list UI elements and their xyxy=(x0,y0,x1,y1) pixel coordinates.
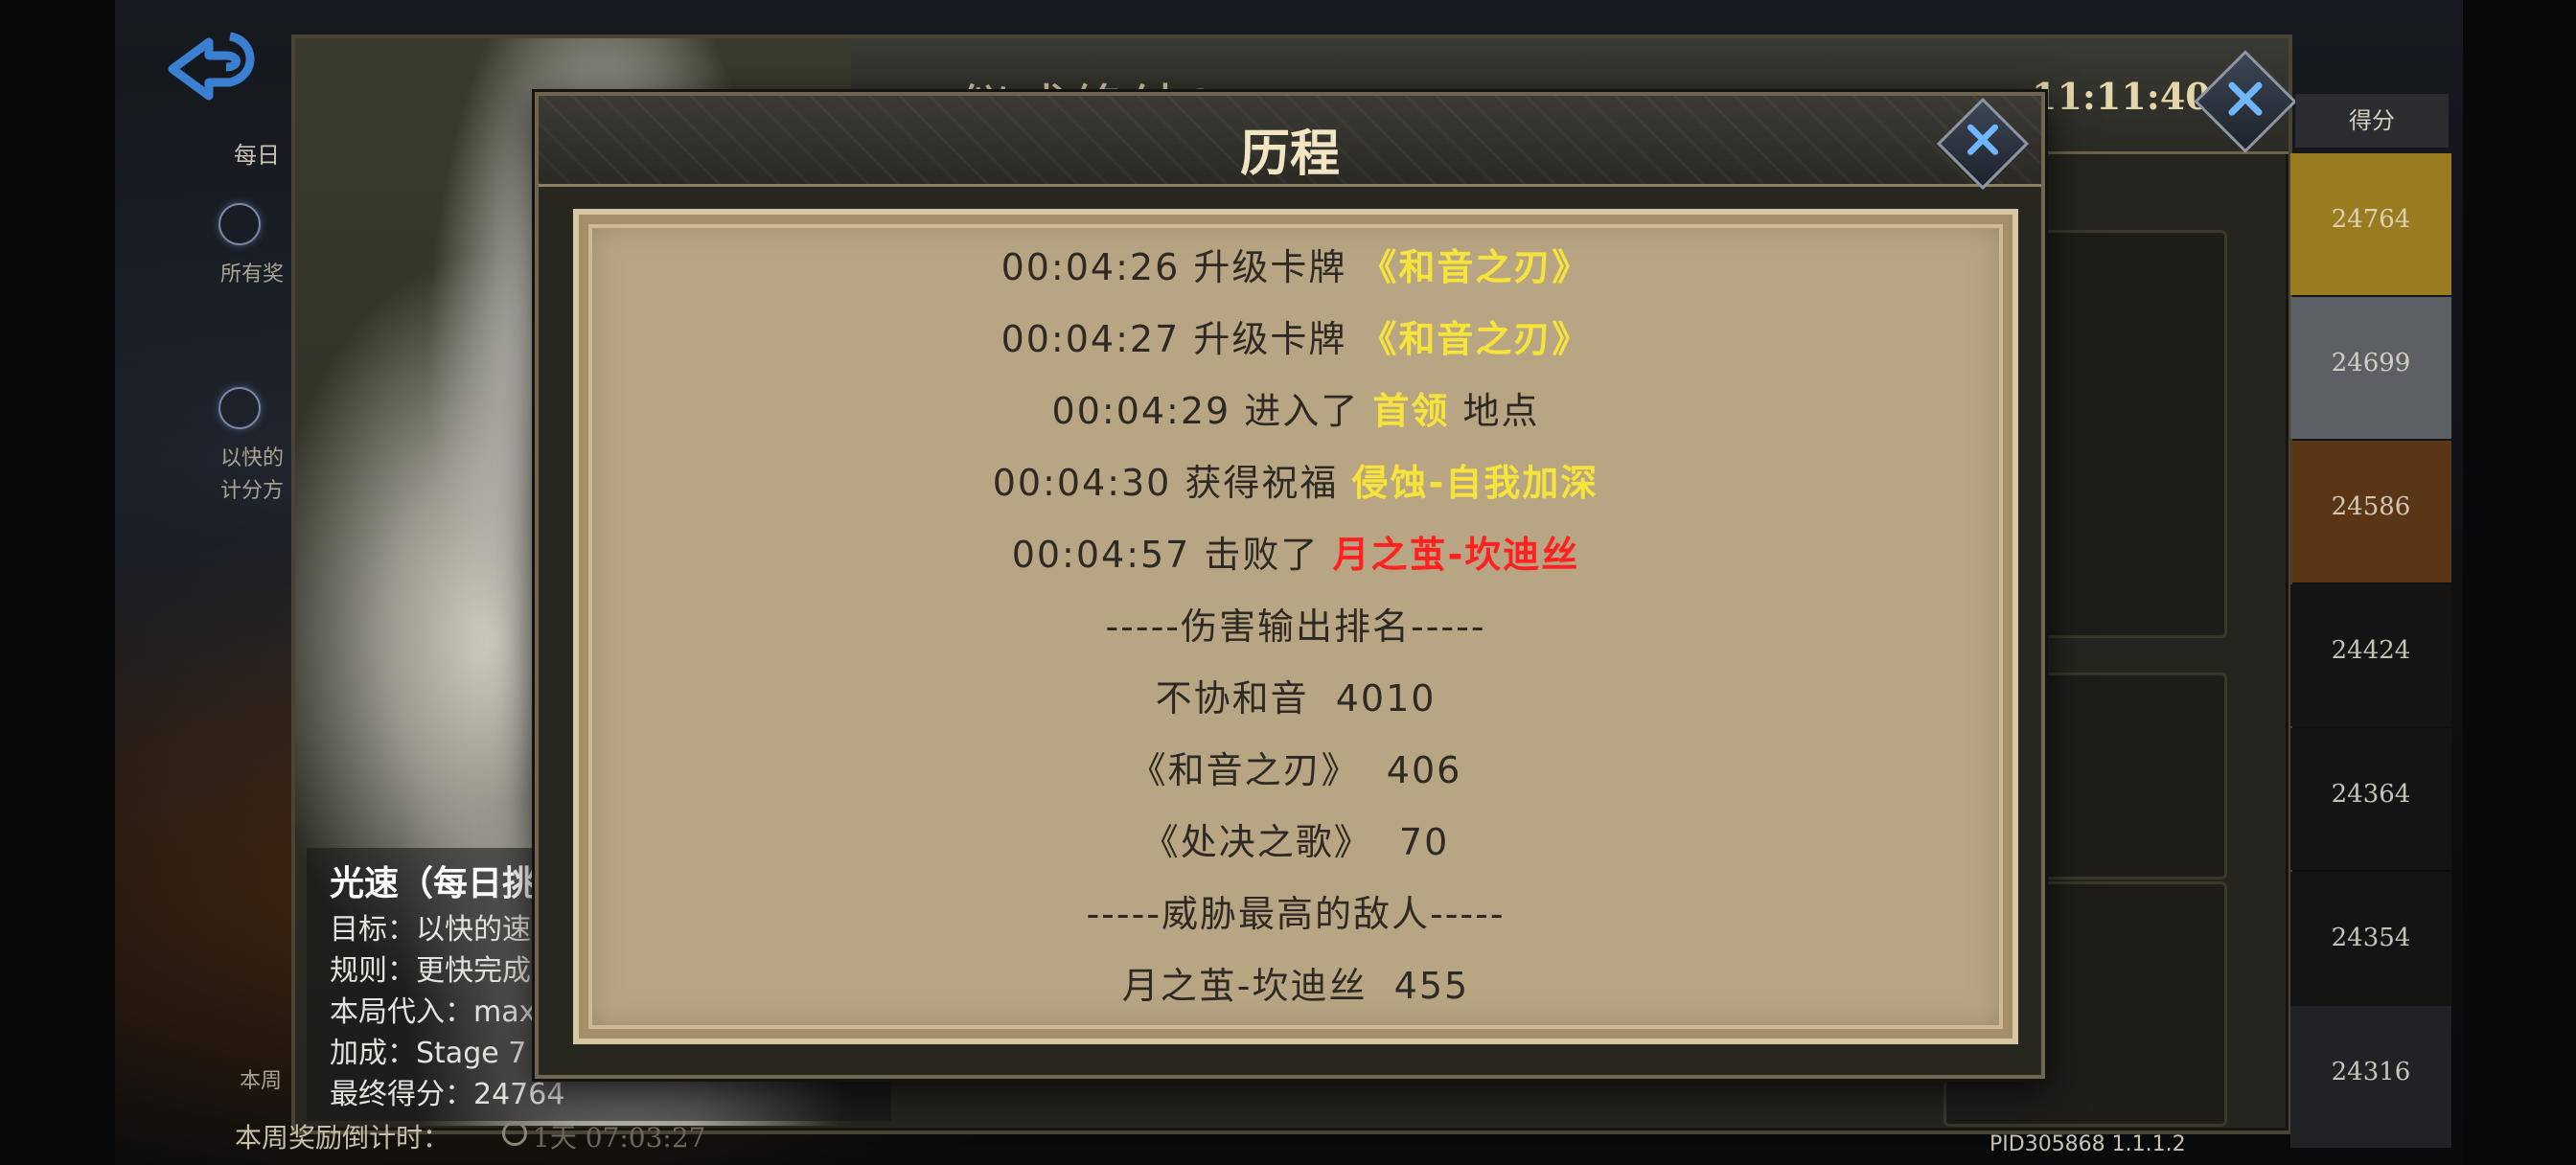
challenge-title: 光速（每日挑 xyxy=(330,863,538,903)
history-log-line: 不协和音 4010 xyxy=(579,669,2012,721)
history-log-line: 00:04:30 获得祝福 侵蚀-自我加深 xyxy=(579,453,2012,506)
side-desc-line1: 以快的 xyxy=(220,446,285,470)
log-text: -----威胁最高的敌人----- xyxy=(1086,893,1506,935)
log-text: 00:04:29 进入了 xyxy=(1051,390,1373,432)
log-text: 《处决之歌》 70 xyxy=(1141,821,1450,863)
score-column-header: 得分 xyxy=(2295,94,2449,148)
log-text: 00:04:26 升级卡牌 xyxy=(1000,246,1361,288)
log-text: 月之茧-坎迪丝 455 xyxy=(1121,965,1470,1007)
log-text-suffix: 地点 xyxy=(1449,390,1540,432)
score-row: 24699 xyxy=(2290,297,2451,439)
close-icon xyxy=(2228,81,2263,116)
history-dialog-header: 历程 xyxy=(539,96,2041,187)
log-highlight: 《和音之刃》 xyxy=(1360,318,1591,360)
log-highlight: 首领 xyxy=(1372,390,1450,432)
score-value: 24764 xyxy=(2331,205,2411,234)
side-all-rewards-text: 所有奖 xyxy=(220,263,285,286)
score-value: 24699 xyxy=(2331,349,2411,377)
challenge-substitute: 本局代入：max xyxy=(330,995,537,1029)
log-highlight: 《和音之刃》 xyxy=(1360,246,1591,288)
clock-icon xyxy=(502,1121,527,1146)
history-log-line: 00:04:29 进入了 首领 地点 xyxy=(579,381,2012,434)
history-log-line: -----威胁最高的敌人----- xyxy=(579,884,2012,937)
log-text: 《和音之刃》 406 xyxy=(1129,749,1462,791)
side-weekly-short: 本周 xyxy=(240,1069,283,1093)
log-highlight: 侵蚀-自我加深 xyxy=(1351,462,1599,504)
challenge-bonus: 加成：Stage 7 xyxy=(330,1037,527,1070)
log-highlight: 月之茧-坎迪丝 xyxy=(1332,534,1580,576)
log-text: 00:04:57 击败了 xyxy=(1011,534,1333,576)
side-tab-daily[interactable]: 每日 xyxy=(234,136,280,170)
timer-gem-icon xyxy=(218,387,261,429)
history-log-line: 00:04:26 升级卡牌 《和音之刃》 xyxy=(579,238,2012,290)
challenge-goal: 目标：以快的速 xyxy=(330,913,531,947)
score-value: 24364 xyxy=(2331,780,2411,809)
weekly-countdown-value: 1天 07:03:27 xyxy=(533,1122,706,1154)
countdown-timer: 11:11:40 xyxy=(2032,75,2211,118)
history-log-line: 《处决之歌》 70 xyxy=(579,812,2012,865)
score-row: 24424 xyxy=(2290,584,2451,726)
score-value: 24354 xyxy=(2331,924,2411,952)
player-id-version: PID305868 1.1.1.2 xyxy=(1990,1132,2186,1156)
history-dialog-title: 历程 xyxy=(1239,125,1340,183)
score-value: 24586 xyxy=(2331,492,2411,521)
history-log-line: -----伤害输出排名----- xyxy=(579,597,2012,650)
history-log-line: 00:04:57 击败了 月之茧-坎迪丝 xyxy=(579,525,2012,578)
score-row: 24364 xyxy=(2290,728,2451,870)
history-log-panel[interactable]: 00:04:26 升级卡牌 《和音之刃》 00:04:27 升级卡牌 《和音之刃》… xyxy=(573,209,2018,1044)
score-row: 24586 xyxy=(2290,441,2451,582)
side-desc-line2: 计分方 xyxy=(220,479,285,503)
back-arrow-icon[interactable] xyxy=(163,19,268,105)
challenge-rule: 规则：更快完成 xyxy=(330,954,531,988)
log-text: 不协和音 4010 xyxy=(1155,677,1437,720)
close-icon xyxy=(1966,124,1999,155)
history-log-line: 月之茧-坎迪丝 455 xyxy=(579,956,2012,1009)
log-text: -----伤害输出排名----- xyxy=(1105,605,1486,648)
score-row: 24354 xyxy=(2290,872,2451,1014)
log-text: 00:04:27 升级卡牌 xyxy=(1000,318,1361,360)
score-value: 24424 xyxy=(2331,636,2411,665)
reward-gem-icon xyxy=(218,203,261,245)
log-text: 00:04:30 获得祝福 xyxy=(992,462,1352,504)
history-dialog: 历程 00:04:26 升级卡牌 《和音之刃》 00:04:27 升级卡牌 《和音… xyxy=(535,92,2045,1079)
weekly-countdown-label: 本周奖励倒计时： xyxy=(235,1122,450,1154)
history-log-line: 《和音之刃》 406 xyxy=(579,741,2012,793)
score-value: 24316 xyxy=(2331,1058,2411,1086)
score-row: 24316 xyxy=(2290,1006,2451,1148)
score-row: 24764 xyxy=(2290,153,2451,295)
final-score: 最终得分：24764 xyxy=(330,1078,565,1111)
history-log-line: 00:04:27 升级卡牌 《和音之刃》 xyxy=(579,309,2012,362)
